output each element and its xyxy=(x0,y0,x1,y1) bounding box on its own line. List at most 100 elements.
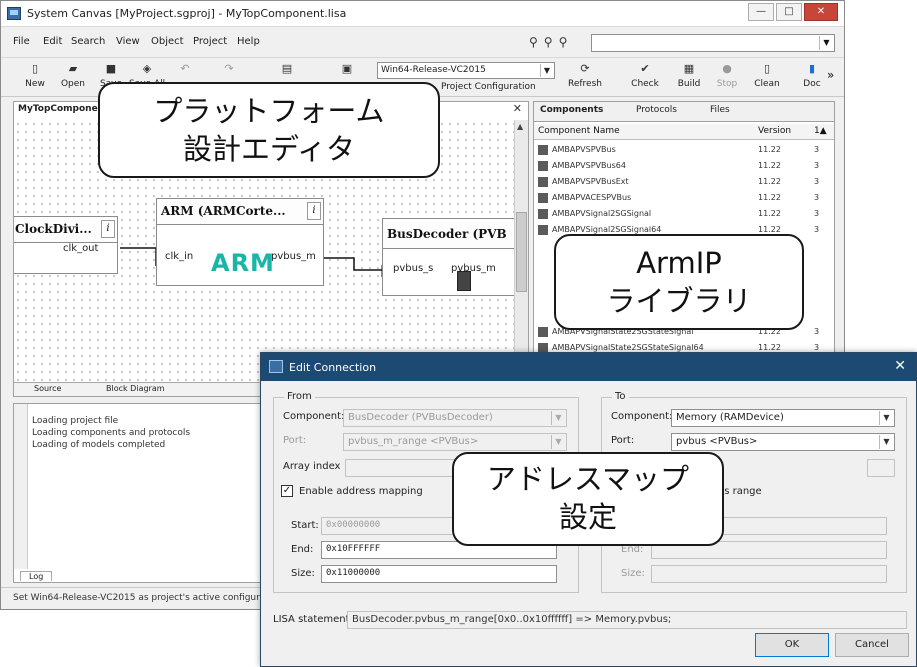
vertical-scrollbar[interactable]: ▲ xyxy=(514,120,528,382)
to-size-label: Size: xyxy=(621,568,645,579)
stop-icon: ● xyxy=(722,62,732,75)
tab-files[interactable]: Files xyxy=(710,105,730,115)
build-icon: ▦ xyxy=(683,62,695,75)
info-icon[interactable]: i xyxy=(101,220,115,238)
chevron-down-icon[interactable]: ▼ xyxy=(540,64,553,77)
stop-button[interactable]: ● Stop xyxy=(709,61,745,95)
log-line: Loading project file xyxy=(32,416,119,426)
start-label: Start: xyxy=(291,520,319,531)
port-label: clk_out xyxy=(63,243,99,254)
check-icon: ✔ xyxy=(640,62,650,75)
component-icon xyxy=(538,193,548,203)
maximize-button[interactable]: □ xyxy=(776,3,802,21)
arm-cortex-component[interactable]: ARM (ARMCorte... i clk_in pvbus_m ARM xyxy=(156,198,324,286)
folder-icon: ▰ xyxy=(68,62,78,75)
component-icon xyxy=(538,225,548,235)
check-button[interactable]: ✔ Check xyxy=(627,61,663,95)
component-title: BusDecoder (PVB xyxy=(383,219,514,249)
minimize-button[interactable]: — xyxy=(748,3,774,21)
column-extra[interactable]: 1▲ xyxy=(814,126,827,136)
log-toolbar xyxy=(14,404,28,569)
table-row[interactable]: AMBAPVACESPVBus 11.22 3 xyxy=(534,190,834,206)
find-next-icon[interactable]: ⚲ xyxy=(544,35,553,49)
cancel-button[interactable]: Cancel xyxy=(835,633,909,657)
chevron-down-icon[interactable]: ▼ xyxy=(819,36,833,50)
from-port-select[interactable]: pvbus_m_range <PVBus> ▼ xyxy=(343,433,567,451)
open-button[interactable]: ▰ Open xyxy=(55,61,91,95)
callout-text: ArmIP xyxy=(636,246,722,280)
chevron-down-icon[interactable]: ▼ xyxy=(879,411,893,425)
bus-decoder-component[interactable]: BusDecoder (PVB pvbus_s pvbus_m xyxy=(382,218,514,296)
table-row[interactable]: AMBAPVSPVBusExt 11.22 3 xyxy=(534,174,834,190)
to-port-label: Port: xyxy=(611,435,635,446)
scroll-up-icon[interactable]: ▲ xyxy=(517,122,523,131)
lisa-statement-field: BusDecoder.pvbus_m_range[0x0..0x10ffffff… xyxy=(347,611,907,629)
app-icon xyxy=(7,7,21,20)
new-file-icon: ▯ xyxy=(31,62,39,75)
chevron-down-icon[interactable]: ▼ xyxy=(551,435,565,449)
search-input[interactable]: ▼ xyxy=(591,34,835,52)
menu-help[interactable]: Help xyxy=(237,36,260,47)
project-configuration-select[interactable]: Win64-Release-VC2015 ▼ xyxy=(377,62,555,79)
callout-text: プラットフォーム xyxy=(153,94,385,128)
enable-address-mapping-checkbox[interactable]: ✓ xyxy=(281,485,293,497)
from-port-label: Port: xyxy=(283,435,307,446)
chevron-down-icon[interactable]: ▼ xyxy=(551,411,565,425)
close-icon[interactable]: ✕ xyxy=(894,358,906,374)
redo-icon: ↷ xyxy=(224,62,234,75)
menu-search[interactable]: Search xyxy=(71,36,105,47)
editor-tab[interactable]: MyTopComponent xyxy=(18,104,108,114)
find-clear-icon[interactable]: ⚲ xyxy=(559,35,568,49)
close-button[interactable]: ✕ xyxy=(804,3,838,21)
component-title: ARM (ARMCorte... xyxy=(157,199,323,225)
menu-view[interactable]: View xyxy=(116,36,140,47)
component-icon xyxy=(538,177,548,187)
scroll-thumb[interactable] xyxy=(516,212,527,292)
table-row[interactable]: AMBAPVSPVBus64 11.22 3 xyxy=(534,158,834,174)
build-button[interactable]: ▦ Build xyxy=(671,61,707,95)
menu-file[interactable]: File xyxy=(13,36,30,47)
to-port-select[interactable]: pvbus <PVBus> ▼ xyxy=(671,433,895,451)
size-input[interactable]: 0x11000000 xyxy=(321,565,557,583)
properties-icon: ▤ xyxy=(281,62,293,75)
callout-platform-editor: プラットフォーム 設計エディタ xyxy=(98,82,440,178)
table-row[interactable]: AMBAPVSPVBus 11.22 3 xyxy=(534,142,834,158)
to-range-label: ss range xyxy=(719,486,762,497)
chevron-down-icon[interactable]: ▼ xyxy=(879,435,893,449)
menu-object[interactable]: Object xyxy=(151,36,184,47)
toolbar-overflow[interactable]: » xyxy=(827,68,834,82)
title-bar: System Canvas [MyProject.sgproj] - MyTop… xyxy=(1,1,844,27)
project-configuration-label: Project Configuration xyxy=(441,82,536,92)
tab-protocols[interactable]: Protocols xyxy=(636,105,677,115)
callout-armip-library: ArmIP ライブラリ xyxy=(554,234,804,330)
doc-button[interactable]: ▮ Doc xyxy=(797,61,827,95)
binoculars-icon[interactable]: ⚲ xyxy=(529,35,538,49)
from-component-label: Component: xyxy=(283,411,345,422)
column-component-name[interactable]: Component Name xyxy=(538,126,620,136)
table-row[interactable]: AMBAPVSignal2SGSignal 11.22 3 xyxy=(534,206,834,222)
clock-divider-component[interactable]: ClockDivi... i clk_out xyxy=(14,216,118,274)
tab-source[interactable]: Source xyxy=(34,384,61,393)
menu-project[interactable]: Project xyxy=(193,36,227,47)
to-group-title: To xyxy=(612,391,629,402)
wire-clock-arm xyxy=(120,247,157,266)
callout-text: ライブラリ xyxy=(606,284,752,318)
new-button[interactable]: ▯ New xyxy=(17,61,53,95)
clean-button[interactable]: ▯ Clean xyxy=(749,61,785,95)
column-version[interactable]: Version xyxy=(758,126,791,136)
to-array-spinner[interactable] xyxy=(867,459,895,477)
array-index-label: Array index xyxy=(283,461,341,472)
ok-button[interactable]: OK xyxy=(755,633,829,657)
dialog-app-icon xyxy=(269,360,283,373)
tab-block-diagram[interactable]: Block Diagram xyxy=(106,384,165,393)
from-component-select[interactable]: BusDecoder (PVBusDecoder) ▼ xyxy=(343,409,567,427)
refresh-button[interactable]: ⟳ Refresh xyxy=(567,61,603,95)
info-icon[interactable]: i xyxy=(307,202,321,220)
to-component-select[interactable]: Memory (RAMDevice) ▼ xyxy=(671,409,895,427)
menu-edit[interactable]: Edit xyxy=(43,36,62,47)
close-icon[interactable]: ✕ xyxy=(513,102,522,115)
tab-log[interactable]: Log xyxy=(20,571,53,581)
tab-components[interactable]: Components xyxy=(540,105,603,115)
save-icon: ■ xyxy=(105,62,117,75)
to-size-input[interactable] xyxy=(651,565,887,583)
